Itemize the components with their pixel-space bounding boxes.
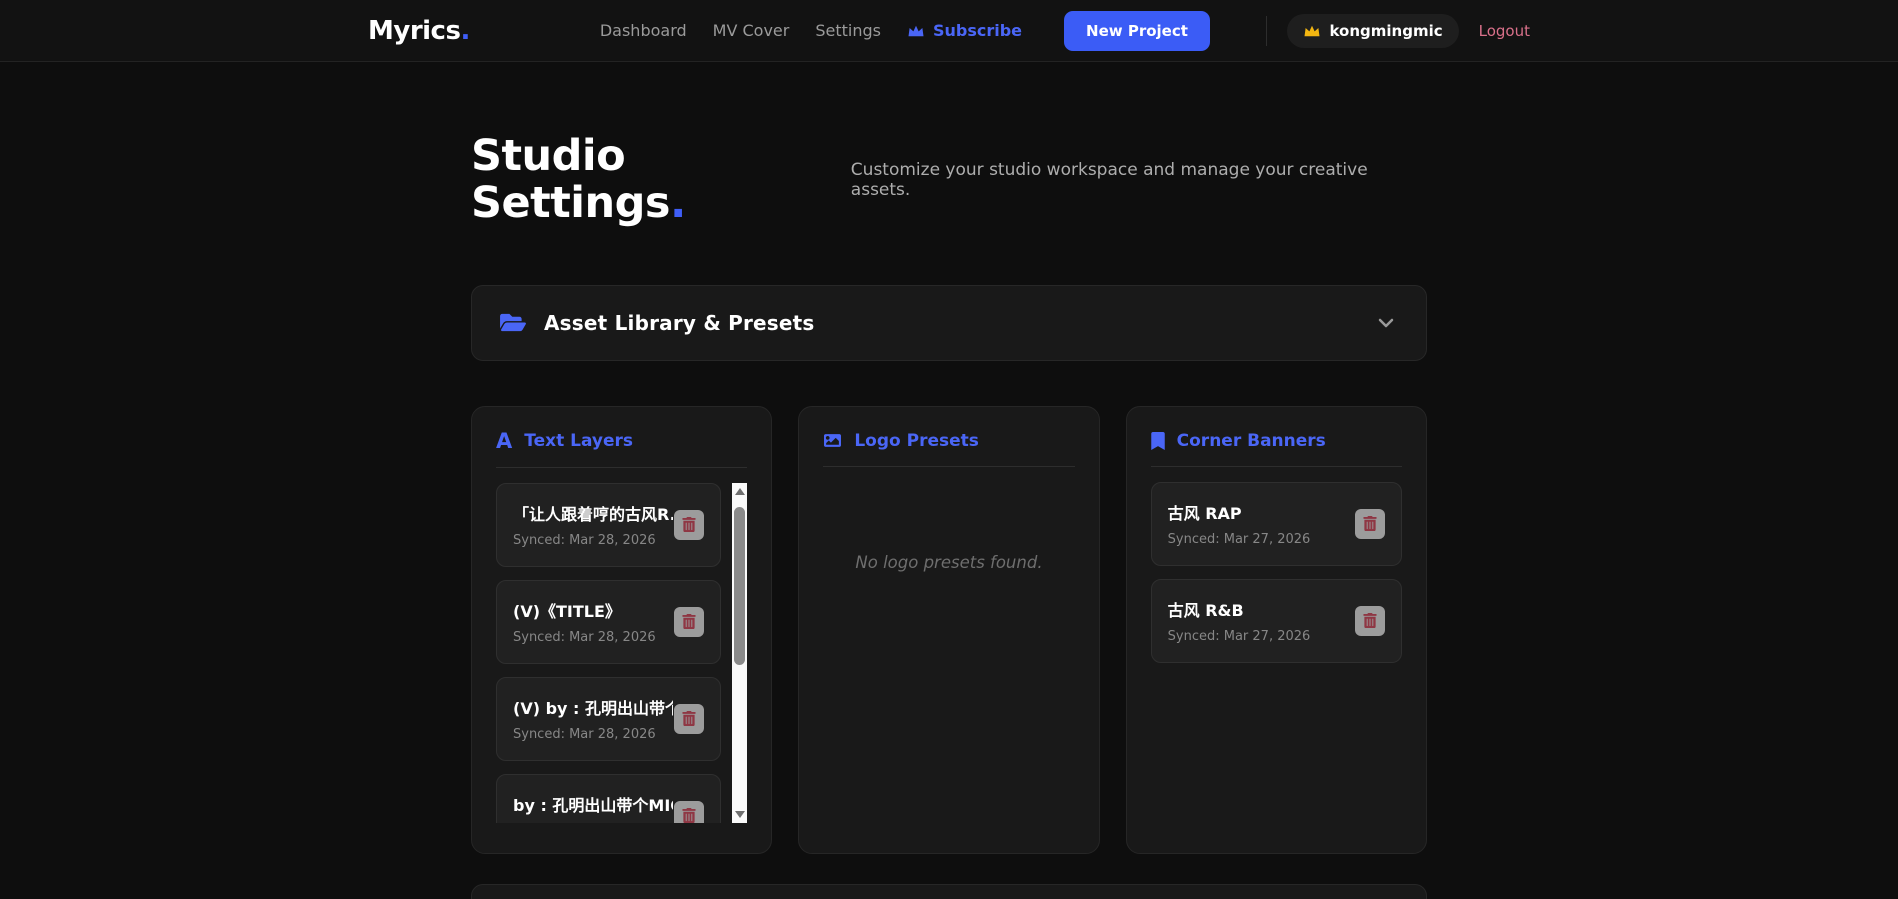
trash-icon <box>1363 516 1377 531</box>
username: kongmingmic <box>1329 22 1442 40</box>
corner-banner-name: 古风 RAP <box>1168 500 1311 524</box>
delete-button[interactable] <box>674 801 704 823</box>
card-corner-banners: Corner Banners 古风 RAP Synced: Mar 27, 20… <box>1126 406 1427 854</box>
logout-link[interactable]: Logout <box>1479 22 1530 40</box>
crown-icon <box>907 23 925 39</box>
list-scrollbar[interactable] <box>732 483 747 823</box>
delete-button[interactable] <box>1355 606 1385 636</box>
corner-banner-synced: Synced: Mar 27, 2026 <box>1168 532 1311 547</box>
delete-button[interactable] <box>674 704 704 734</box>
trash-icon <box>682 517 696 532</box>
asset-cards-row: A Text Layers 「让人跟着哼的古风R... Synced: Mar … <box>471 406 1427 854</box>
folder-open-icon <box>500 311 526 334</box>
corner-banner-row: 古风 RAP Synced: Mar 27, 2026 <box>1151 482 1402 566</box>
text-layer-name: 「让人跟着哼的古风R... <box>513 501 673 525</box>
text-layer-name: (V)《TITLE》 <box>513 598 656 622</box>
nav-dashboard[interactable]: Dashboard <box>600 21 687 40</box>
scroll-up-arrow[interactable] <box>735 488 745 495</box>
corner-banner-synced: Synced: Mar 27, 2026 <box>1168 629 1311 644</box>
page-header: Studio Settings. Customize your studio w… <box>471 133 1427 228</box>
corner-banners-title: Corner Banners <box>1177 431 1326 451</box>
text-layer-row: 「让人跟着哼的古风R... Synced: Mar 28, 2026 <box>496 483 721 567</box>
page-subtitle: Customize your studio workspace and mana… <box>851 160 1427 200</box>
type-letter-icon: A <box>496 431 512 452</box>
logo-presets-empty: No logo presets found. <box>823 553 1074 572</box>
trash-icon <box>1363 613 1377 628</box>
delete-button[interactable] <box>1355 509 1385 539</box>
corner-banner-name: 古风 R&B <box>1168 597 1311 621</box>
text-layer-name: (V) by : 孔明出山带个... <box>513 695 673 719</box>
text-layer-synced: Synced: Mar 28, 2026 <box>513 727 673 742</box>
scrollbar-thumb[interactable] <box>734 507 745 665</box>
text-layers-title: Text Layers <box>524 431 633 451</box>
nav-subscribe[interactable]: Subscribe <box>907 21 1022 40</box>
nav-links: Dashboard MV Cover Settings Subscribe Ne… <box>600 11 1210 51</box>
brand-dot: . <box>460 16 469 46</box>
chevron-down-icon <box>1374 311 1398 335</box>
section-account-security[interactable]: Account Security <box>471 884 1427 899</box>
crown-gold-icon <box>1303 23 1321 39</box>
subscribe-label: Subscribe <box>933 21 1022 40</box>
text-layer-row: (V)《TITLE》 Synced: Mar 28, 2026 <box>496 580 721 664</box>
scroll-down-arrow[interactable] <box>735 811 745 818</box>
nav-mv-cover[interactable]: MV Cover <box>713 21 790 40</box>
top-navbar: Myrics. Dashboard MV Cover Settings Subs… <box>0 0 1898 62</box>
delete-button[interactable] <box>674 607 704 637</box>
text-layer-synced: Synced: Mar 28, 2026 <box>513 630 656 645</box>
corner-banners-list: 古风 RAP Synced: Mar 27, 2026 古风 R&B Synce… <box>1151 482 1402 822</box>
nav-settings[interactable]: Settings <box>815 21 881 40</box>
page-title: Studio Settings. <box>471 133 851 228</box>
trash-icon <box>682 808 696 823</box>
new-project-button[interactable]: New Project <box>1064 11 1210 51</box>
corner-banner-row: 古风 R&B Synced: Mar 27, 2026 <box>1151 579 1402 663</box>
trash-icon <box>682 711 696 726</box>
main-content: Studio Settings. Customize your studio w… <box>471 133 1427 899</box>
bookmark-icon <box>1151 432 1165 450</box>
asset-library-title: Asset Library & Presets <box>544 311 815 335</box>
section-asset-library[interactable]: Asset Library & Presets <box>471 285 1427 361</box>
text-layer-synced: Synced: Mar 28, 2026 <box>513 533 673 548</box>
text-layer-row: by : 孔明出山带个MIC ... Synced: Mar 28, 2026 <box>496 774 721 823</box>
logo-presets-title: Logo Presets <box>854 431 979 451</box>
image-icon <box>823 432 842 449</box>
card-text-layers: A Text Layers 「让人跟着哼的古风R... Synced: Mar … <box>471 406 772 854</box>
text-layers-list: 「让人跟着哼的古风R... Synced: Mar 28, 2026 (V)《T… <box>496 483 747 823</box>
trash-icon <box>682 614 696 629</box>
text-layer-row: (V) by : 孔明出山带个... Synced: Mar 28, 2026 <box>496 677 721 761</box>
card-logo-presets: Logo Presets No logo presets found. <box>798 406 1099 854</box>
nav-account-area: kongmingmic Logout <box>1266 14 1530 48</box>
nav-divider <box>1266 16 1267 46</box>
brand-name: Myrics <box>368 16 460 46</box>
text-layer-name: by : 孔明出山带个MIC ... <box>513 792 673 816</box>
brand-logo[interactable]: Myrics. <box>368 16 470 46</box>
delete-button[interactable] <box>674 510 704 540</box>
user-badge[interactable]: kongmingmic <box>1287 14 1458 48</box>
